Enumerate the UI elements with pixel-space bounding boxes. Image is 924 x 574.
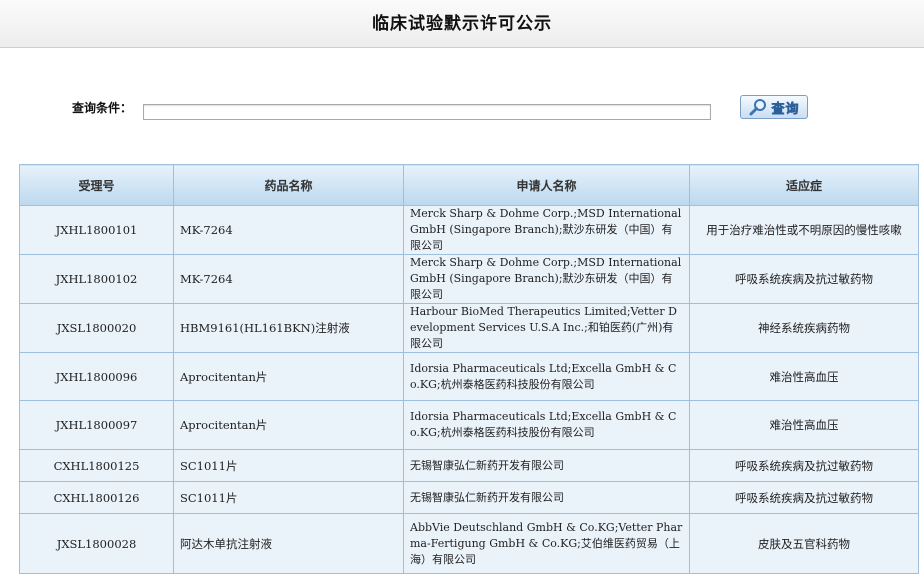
cell-id: CXHL1800126 [19,481,174,514]
table-header-row: 受理号 药品名称 申请人名称 适应症 [19,164,919,206]
cell-indication: 用于治疗难治性或不明原因的慢性咳嗽 [689,205,919,255]
cell-applicant: 无锡智康弘仁新药开发有限公司 [403,481,690,514]
cell-indication: 难治性高血压 [689,400,919,450]
cell-id: JXSL1800020 [19,303,174,353]
search-input[interactable] [143,104,711,120]
cell-drug: MK-7264 [173,205,404,255]
table-row: CXHL1800126 SC1011片 无锡智康弘仁新药开发有限公司 呼吸系统疾… [19,481,919,514]
results-table: 受理号 药品名称 申请人名称 适应症 JXHL1800101 MK-7264 M… [19,164,919,574]
cell-drug: SC1011片 [173,449,404,482]
table-row: JXSL1800020 HBM9161(HL161BKN)注射液 Harbour… [19,303,919,353]
cell-id: CXHL1800125 [19,449,174,482]
search-label: 查询条件： [72,101,133,115]
magnifier-icon [749,99,767,116]
cell-indication: 呼吸系统疾病及抗过敏药物 [689,449,919,482]
table-row: CXHL1800125 SC1011片 无锡智康弘仁新药开发有限公司 呼吸系统疾… [19,449,919,482]
table-row: JXHL1800097 Aprocitentan片 Idorsia Pharma… [19,400,919,450]
cell-drug: 阿达木单抗注射液 [173,513,404,574]
cell-indication: 神经系统疾病药物 [689,303,919,353]
cell-indication: 呼吸系统疾病及抗过敏药物 [689,254,919,304]
cell-drug: Aprocitentan片 [173,352,404,401]
cell-id: JXHL1800096 [19,352,174,401]
table-row: JXSL1800028 阿达木单抗注射液 AbbVie Deutschland … [19,513,919,574]
column-header-indication: 适应症 [689,164,919,206]
cell-id: JXHL1800101 [19,205,174,255]
cell-id: JXSL1800028 [19,513,174,574]
cell-applicant: Idorsia Pharmaceuticals Ltd;Excella GmbH… [403,400,690,450]
column-header-id: 受理号 [19,164,174,206]
cell-applicant: 无锡智康弘仁新药开发有限公司 [403,449,690,482]
cell-drug: MK-7264 [173,254,404,304]
cell-drug: SC1011片 [173,481,404,514]
cell-id: JXHL1800102 [19,254,174,304]
column-header-drug: 药品名称 [173,164,404,206]
cell-applicant: Harbour BioMed Therapeutics Limited;Vett… [403,303,690,353]
cell-indication: 呼吸系统疾病及抗过敏药物 [689,481,919,514]
cell-id: JXHL1800097 [19,400,174,450]
cell-drug: Aprocitentan片 [173,400,404,450]
table-row: JXHL1800101 MK-7264 Merck Sharp & Dohme … [19,205,919,255]
page-title: 临床试验默示许可公示 [372,14,552,34]
column-header-applicant: 申请人名称 [403,164,690,206]
table-row: JXHL1800096 Aprocitentan片 Idorsia Pharma… [19,352,919,401]
search-button-label: 查询 [771,101,800,117]
cell-applicant: Merck Sharp & Dohme Corp.;MSD Internatio… [403,205,690,255]
table-row: JXHL1800102 MK-7264 Merck Sharp & Dohme … [19,254,919,304]
page-header: 临床试验默示许可公示 [0,0,924,48]
cell-drug: HBM9161(HL161BKN)注射液 [173,303,404,353]
cell-applicant: Merck Sharp & Dohme Corp.;MSD Internatio… [403,254,690,304]
cell-applicant: AbbVie Deutschland GmbH & Co.KG;Vetter P… [403,513,690,574]
cell-applicant: Idorsia Pharmaceuticals Ltd;Excella GmbH… [403,352,690,401]
cell-indication: 皮肤及五官科药物 [689,513,919,574]
search-button[interactable]: 查询 [740,95,808,119]
cell-indication: 难治性高血压 [689,352,919,401]
